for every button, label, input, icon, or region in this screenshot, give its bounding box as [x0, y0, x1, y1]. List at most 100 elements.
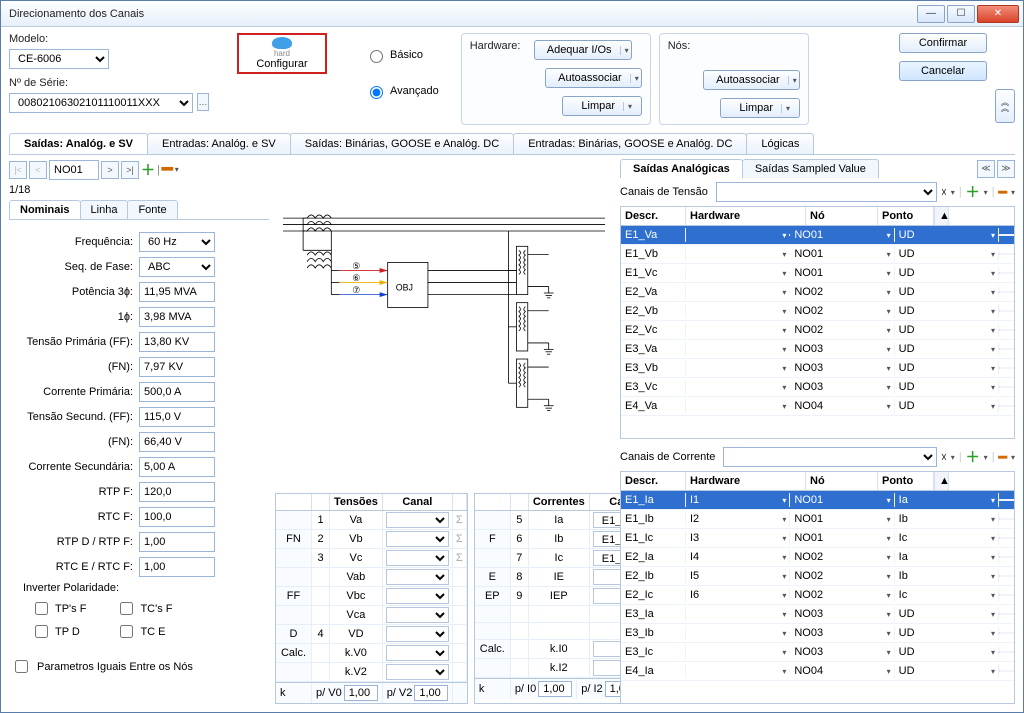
pi0-input[interactable] — [538, 681, 572, 697]
nav-last-button[interactable]: >| — [121, 161, 139, 179]
configurar-button[interactable]: hard Configurar — [237, 33, 327, 74]
maximize-button[interactable]: ☐ — [947, 5, 975, 23]
tab-saidas-analogicas[interactable]: Saídas Analógicas — [620, 159, 743, 178]
cancelar-button[interactable]: Cancelar — [899, 61, 987, 81]
filter-icon[interactable]: ☓ — [941, 186, 947, 199]
table-row[interactable]: E1_VbNO01UD — [621, 245, 1014, 264]
node-input[interactable] — [49, 160, 99, 180]
basico-radio[interactable]: Básico — [365, 47, 439, 63]
table-row[interactable]: E2_IcI6NO02Ic — [621, 586, 1014, 605]
corrente-grid: Descr.HardwareNóPonto▲ E1_IaI1NO01IaE1_I… — [620, 471, 1015, 704]
vb-canal[interactable] — [386, 531, 449, 547]
serie-select[interactable]: 00802106302101110011XXX — [9, 93, 193, 113]
pot1-input[interactable] — [139, 307, 215, 327]
rtab-next[interactable]: ≫ — [997, 160, 1015, 178]
adequar-button[interactable]: Adequar I/Os▾ — [534, 40, 632, 60]
nos-limpar-button[interactable]: Limpar▾ — [720, 98, 800, 118]
tensao-search[interactable] — [716, 182, 937, 202]
param-equal-check[interactable]: Parametros Iguais Entre os Nós — [9, 653, 269, 680]
table-row[interactable]: E3_VcNO03UD — [621, 378, 1014, 397]
table-row[interactable]: E1_VcNO01UD — [621, 264, 1014, 283]
rtcf-input[interactable] — [139, 507, 215, 527]
pv0-input[interactable] — [344, 685, 378, 701]
table-row[interactable]: E2_VcNO02UD — [621, 321, 1014, 340]
vd-canal[interactable] — [386, 626, 449, 642]
collapse-up-button[interactable]: ︽︽ — [995, 89, 1015, 123]
table-row[interactable]: E2_VbNO02UD — [621, 302, 1014, 321]
subtab-nominais[interactable]: Nominais — [9, 200, 81, 219]
subtab-linha[interactable]: Linha — [80, 200, 129, 219]
svg-text:⑥: ⑥ — [353, 273, 361, 283]
rtab-prev[interactable]: ≪ — [977, 160, 995, 178]
cp-input[interactable] — [139, 382, 215, 402]
tp-d-check[interactable]: TP D — [31, 622, 86, 641]
rtpd-input[interactable] — [139, 532, 215, 552]
canais-corrente-label: Canais de Corrente — [620, 451, 715, 463]
freq-select[interactable]: 60 Hz — [139, 232, 215, 252]
table-row[interactable]: E4_IaNO04UD — [621, 662, 1014, 681]
tab-logicas[interactable]: Lógicas — [746, 133, 814, 154]
pv2-input[interactable] — [414, 685, 448, 701]
table-row[interactable]: E1_IcI3NO01Ic — [621, 529, 1014, 548]
confirmar-button[interactable]: Confirmar — [899, 33, 987, 53]
table-row[interactable]: E2_IbI5NO02Ib — [621, 567, 1014, 586]
vc-canal[interactable] — [386, 550, 449, 566]
tab-saidas-sv[interactable]: Saídas Sampled Value — [742, 159, 879, 178]
tab-entradas-bin[interactable]: Entradas: Binárias, GOOSE e Analóg. DC — [513, 133, 747, 154]
cs-input[interactable] — [139, 457, 215, 477]
nav-next-button[interactable]: > — [101, 161, 119, 179]
table-row[interactable]: E4_VaNO04UD — [621, 397, 1014, 416]
table-row[interactable]: E3_IaNO03UD — [621, 605, 1014, 624]
serie-browse-button[interactable]: … — [197, 93, 209, 111]
tab-entradas-analog[interactable]: Entradas: Analóg. e SV — [147, 133, 291, 154]
tc-e-check[interactable]: TC E — [116, 622, 172, 641]
remove-node-button[interactable]: ━ — [162, 159, 173, 180]
table-row[interactable]: E1_IbI2NO01Ib — [621, 510, 1014, 529]
tpfn-input[interactable] — [139, 357, 215, 377]
tsff-input[interactable] — [139, 407, 215, 427]
tensao-remove[interactable]: ━ — [999, 184, 1007, 201]
hw-limpar-button[interactable]: Limpar▾ — [562, 96, 642, 116]
table-row[interactable]: E2_IaI4NO02Ia — [621, 548, 1014, 567]
pot3-input[interactable] — [139, 282, 215, 302]
table-row[interactable]: E2_VaNO02UD — [621, 283, 1014, 302]
modelo-select[interactable]: CE-6006 — [9, 49, 109, 69]
vca-canal[interactable] — [386, 607, 449, 623]
vbc-canal[interactable] — [386, 588, 449, 604]
nav-first-button[interactable]: |< — [9, 161, 27, 179]
table-row[interactable]: E3_VbNO03UD — [621, 359, 1014, 378]
kv0-canal[interactable] — [386, 645, 449, 661]
vab-canal[interactable] — [386, 569, 449, 585]
rtpf-input[interactable] — [139, 482, 215, 502]
rtce-input[interactable] — [139, 557, 215, 577]
corrente-add[interactable]: ＋ — [966, 447, 980, 467]
tcs-f-check[interactable]: TC's F — [116, 599, 172, 618]
minimize-button[interactable]: — — [917, 5, 945, 23]
avancado-radio[interactable]: Avançado — [365, 83, 439, 99]
nav-prev-button[interactable]: < — [29, 161, 47, 179]
va-canal[interactable] — [386, 512, 449, 528]
corrente-search[interactable] — [723, 447, 937, 467]
table-row[interactable]: E3_IcNO03UD — [621, 643, 1014, 662]
hw-autoassociar-button[interactable]: Autoassociar▾ — [545, 68, 642, 88]
table-row[interactable]: E3_IbNO03UD — [621, 624, 1014, 643]
close-button[interactable]: ✕ — [977, 5, 1019, 23]
table-row[interactable]: E1_IaI1NO01Ia — [621, 491, 1014, 510]
table-row[interactable]: E1_VaNO01UD — [621, 226, 1014, 245]
table-row[interactable]: E3_VaNO03UD — [621, 340, 1014, 359]
add-node-button[interactable]: ＋ — [141, 160, 155, 180]
subtab-fonte[interactable]: Fonte — [127, 200, 177, 219]
tab-saidas-analog[interactable]: Saídas: Analóg. e SV — [9, 133, 148, 154]
tpff-input[interactable] — [139, 332, 215, 352]
seq-select[interactable]: ABC — [139, 257, 215, 277]
tensao-add[interactable]: ＋ — [966, 182, 980, 202]
svg-text:⑦: ⑦ — [353, 285, 361, 295]
nos-label: Nós: — [668, 40, 800, 52]
tps-f-check[interactable]: TP's F — [31, 599, 86, 618]
filter-icon[interactable]: ☓ — [941, 451, 947, 464]
nos-autoassociar-button[interactable]: Autoassociar▾ — [703, 70, 800, 90]
tab-saidas-bin[interactable]: Saídas: Binárias, GOOSE e Analóg. DC — [290, 133, 514, 154]
corrente-remove[interactable]: ━ — [999, 449, 1007, 466]
kv2-canal[interactable] — [386, 664, 449, 680]
tsfn-input[interactable] — [139, 432, 215, 452]
